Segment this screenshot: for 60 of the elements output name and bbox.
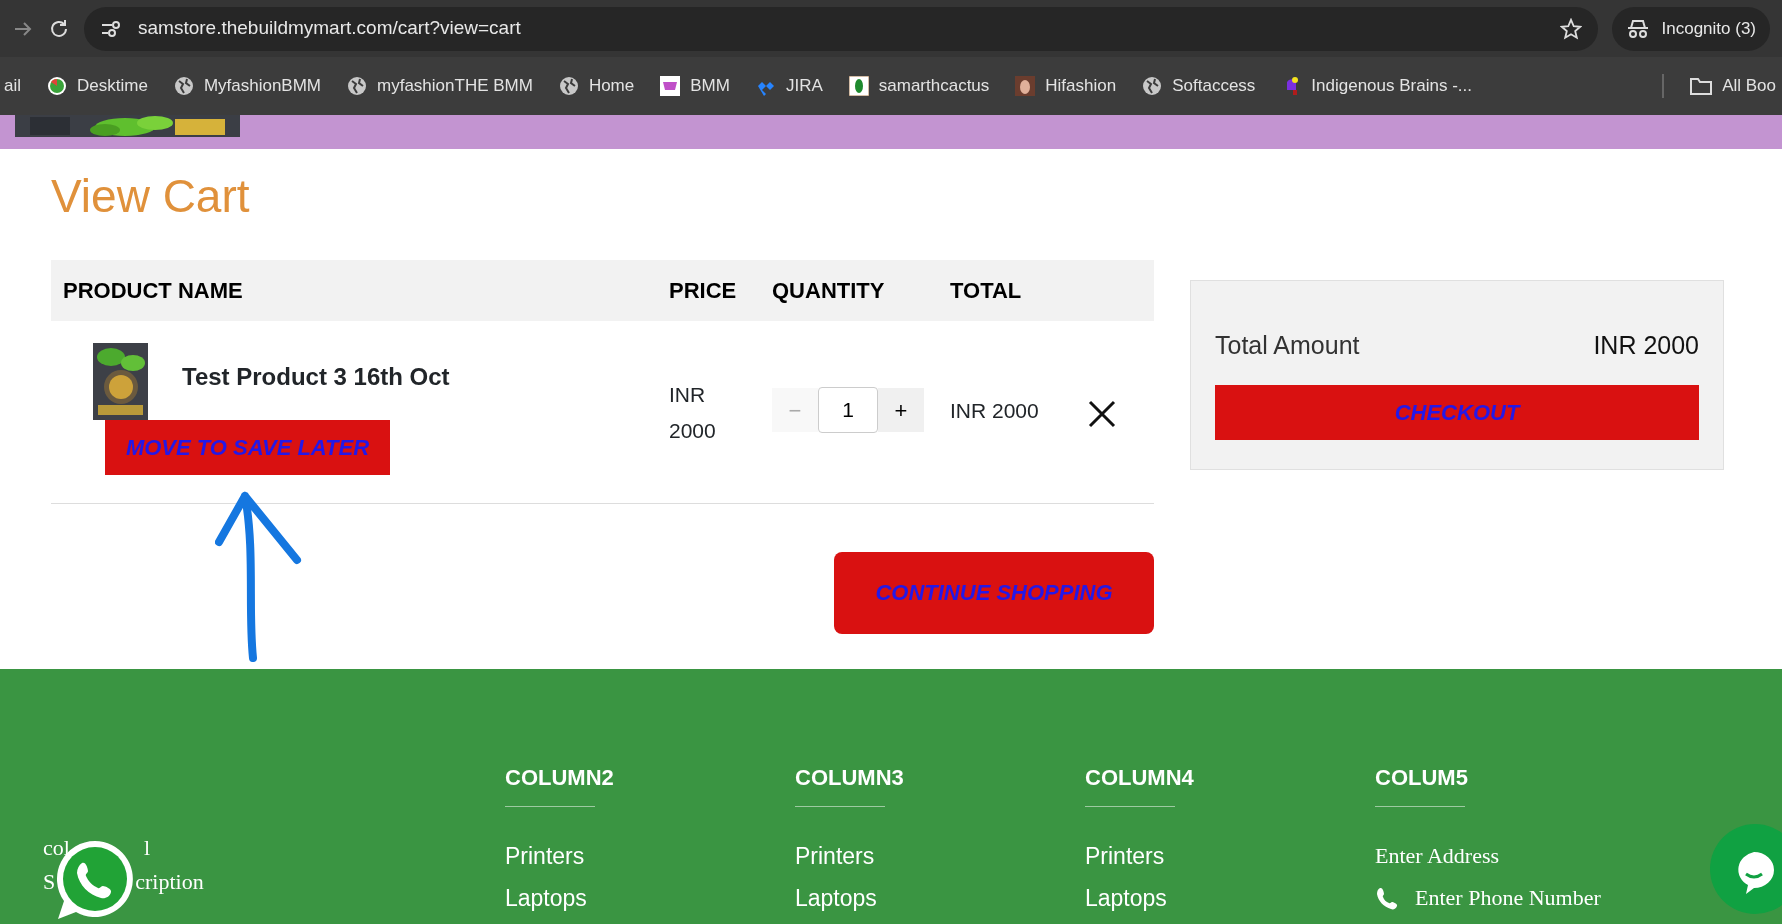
bookmark[interactable]: JIRA [785,73,823,99]
bookmark[interactable]: Hifashion [1045,73,1117,99]
address-bar[interactable]: samstore.thebuildmymart.com/cart?view=cart [84,6,1598,51]
bookmark-icon [558,76,579,96]
bookmark[interactable]: myfashionTHE BMM [377,73,533,99]
total-amount-value: INR 2000 [1593,330,1699,361]
bookmark-icon [173,76,194,96]
phone-icon [1375,886,1399,910]
column-header: QUANTITY [772,278,885,304]
footer-link[interactable]: Printers [795,835,1085,877]
star-icon[interactable] [1559,17,1582,40]
column-header: TOTAL [950,278,1022,304]
folder-icon [1690,77,1713,95]
bookmark-icon [848,76,869,96]
contact-text: Enter Address [1375,842,1500,870]
bookmark[interactable]: Desktime [77,73,148,99]
incognito-icon [1625,18,1650,39]
footer-link[interactable]: Printers [505,835,795,877]
footer-heading: COLUM5 [1375,764,1468,792]
footer-text: S [43,868,56,896]
total-amount-label: Total Amount [1215,330,1360,361]
all-bookmarks[interactable]: All Boo [1722,73,1776,99]
total-text: INR 2000 [950,399,1039,423]
footer-heading: COLUMN4 [1085,764,1194,792]
url-text: samstore.thebuildmymart.com/cart?view=cart [138,16,522,41]
bookmark[interactable]: Indigenous Brains -... [1311,73,1472,99]
bookmark[interactable]: BMM [690,73,730,99]
bookmark-icon [1015,76,1036,96]
quantity-field[interactable]: 1 [818,387,878,434]
incognito-badge[interactable]: Incognito (3) [1611,6,1770,51]
remove-icon[interactable] [1088,399,1116,428]
contact-text: Enter Phone Number [1415,884,1601,912]
footer-text: col [43,834,70,862]
footer-text: l [143,834,150,862]
increment-button[interactable]: + [878,388,924,433]
bookmark[interactable]: Softaccess [1172,73,1256,99]
footer-link[interactable]: Laptops [1085,877,1375,919]
bookmark-icon [47,76,67,96]
bookmark[interactable]: Home [588,73,635,99]
incognito-label: Incognito (3) [1661,17,1756,40]
reload-icon[interactable] [48,17,70,40]
bookmark-icon [660,76,681,96]
footer-text: cription [135,868,204,896]
column-header: PRICE [669,278,737,304]
column-header: PRODUCT NAME [63,278,243,304]
footer-link[interactable]: Laptops [795,877,1085,919]
site-settings-icon[interactable] [100,19,122,38]
bookmark[interactable]: samarthcactus [878,73,990,99]
footer-link[interactable]: Printers [1085,835,1375,877]
bookmark-icon [1142,76,1163,96]
product-name[interactable]: Test Product 3 16th Oct [182,359,450,396]
page-title: View Cart [51,169,251,224]
bookmark-icon [347,76,367,96]
footer-heading: COLUMN3 [795,764,904,792]
bookmark[interactable]: MyfashionBMM [203,73,321,99]
footer-link[interactable]: Laptops [505,877,795,919]
footer-heading: COLUMN2 [505,764,614,792]
price-text: INR 2000 [669,382,717,445]
bookmark[interactable]: ail [4,73,21,99]
chat-icon[interactable] [1710,824,1782,914]
